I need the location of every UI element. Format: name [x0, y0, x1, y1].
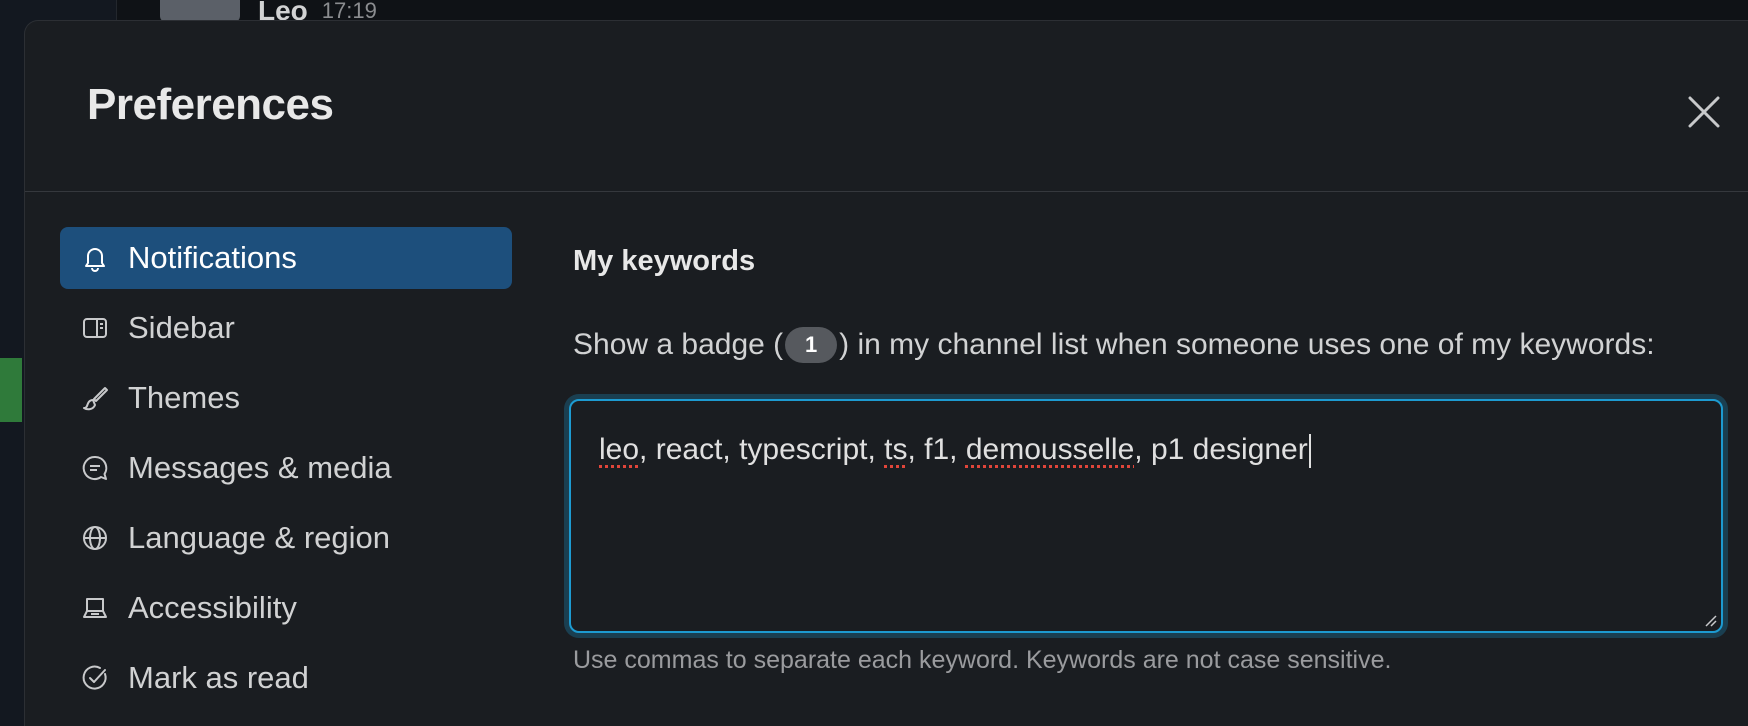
preferences-modal: Preferences Notifications Sidebar Themes… [24, 20, 1748, 726]
nav-item-label: Mark as read [128, 660, 309, 695]
nav-item-label: Messages & media [128, 450, 392, 485]
keywords-value: leo, react, typescript, ts, f1, demousse… [599, 433, 1311, 469]
close-icon [1688, 96, 1720, 128]
message-time: 17:19 [321, 0, 377, 22]
keyword-misspelled: ts [884, 433, 908, 466]
close-button[interactable] [1679, 87, 1729, 137]
preferences-nav: Notifications Sidebar Themes Messages & … [60, 227, 512, 717]
nav-item-label: Notifications [128, 240, 297, 275]
keyboard-icon [80, 593, 110, 623]
modal-title: Preferences [87, 80, 334, 129]
nav-item-label: Themes [128, 380, 240, 415]
workspace-indicator [0, 358, 22, 422]
section-title: My keywords [573, 245, 756, 277]
avatar [160, 0, 240, 22]
nav-item-label: Language & region [128, 520, 391, 555]
resize-handle-icon[interactable] [1703, 613, 1717, 627]
nav-item-label: Sidebar [128, 310, 235, 345]
keyword-misspelled: demousselle [965, 433, 1135, 466]
keyword-misspelled: leo [599, 433, 640, 466]
nav-item-mark-as-read[interactable]: Mark as read [60, 647, 512, 709]
badge-example: 1 [785, 327, 838, 363]
message-search-icon [80, 453, 110, 483]
bell-icon [80, 243, 110, 273]
keyword-text-segment: , react, typescript, [639, 433, 885, 466]
nav-item-messages-media[interactable]: Messages & media [60, 437, 512, 499]
nav-item-label: Accessibility [128, 590, 297, 625]
nav-item-sidebar[interactable]: Sidebar [60, 297, 512, 359]
nav-item-language-region[interactable]: Language & region [60, 507, 512, 569]
brush-icon [80, 383, 110, 413]
nav-item-themes[interactable]: Themes [60, 367, 512, 429]
nav-item-accessibility[interactable]: Accessibility [60, 577, 512, 639]
description-text-end: ) in my channel list when someone uses o… [839, 328, 1655, 361]
globe-icon [80, 523, 110, 553]
modal-header: Preferences [25, 21, 1748, 192]
message-author: Leo [258, 0, 308, 22]
keyword-text-segment: , f1, [907, 433, 966, 466]
keywords-description: Show a badge ( 1 ) in my channel list wh… [573, 327, 1655, 363]
check-circle-icon [80, 663, 110, 693]
description-text-start: Show a badge ( [573, 328, 784, 361]
sidebar-icon [80, 313, 110, 343]
text-caret [1308, 434, 1311, 469]
nav-item-notifications[interactable]: Notifications [60, 227, 512, 289]
keywords-hint: Use commas to separate each keyword. Key… [573, 646, 1392, 674]
keywords-textarea[interactable]: leo, react, typescript, ts, f1, demousse… [569, 399, 1723, 633]
keyword-text-segment: , p1 designer [1134, 433, 1308, 466]
